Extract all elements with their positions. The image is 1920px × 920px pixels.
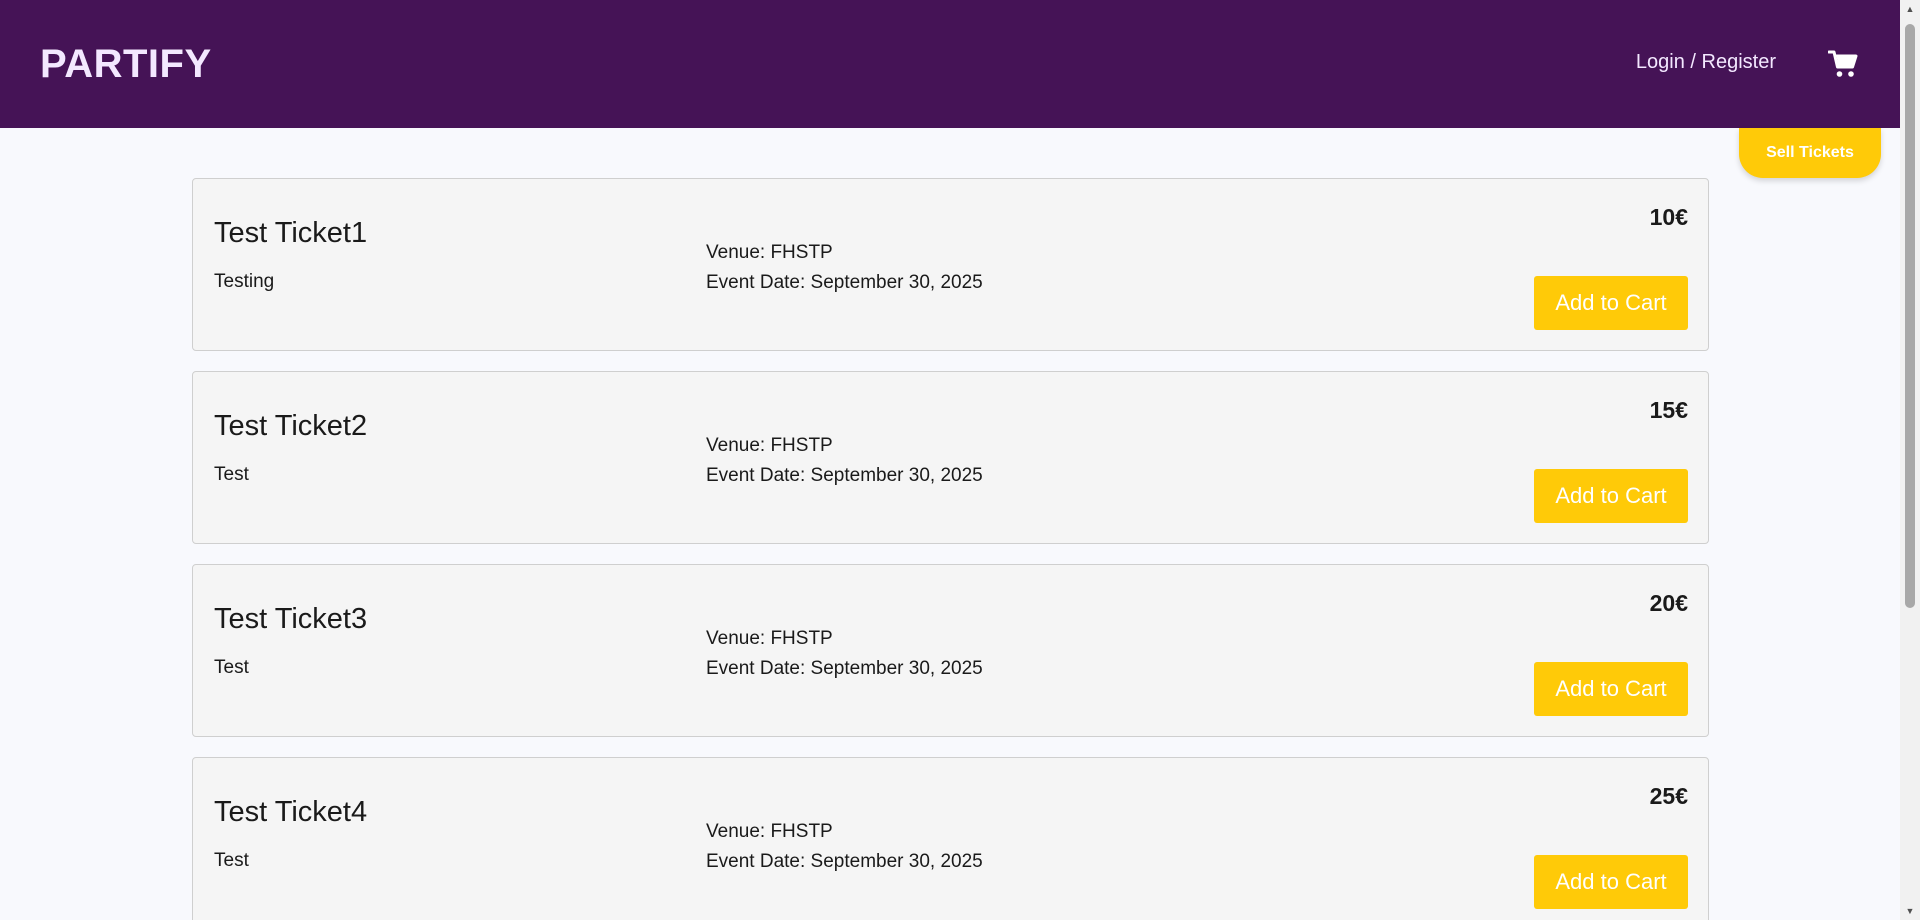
top-navbar: PARTIFY Login / Register: [0, 0, 1900, 128]
ticket-info: Venue: FHSTP Event Date: September 30, 2…: [706, 238, 983, 298]
ticket-venue: Venue: FHSTP: [706, 628, 833, 649]
ticket-title: Test Ticket2: [214, 410, 368, 442]
add-to-cart-button[interactable]: Add to Cart: [1534, 662, 1688, 716]
ticket-venue: Venue: FHSTP: [706, 242, 833, 263]
login-register-link[interactable]: Login / Register: [1636, 51, 1776, 74]
ticket-event-date: Event Date: September 30, 2025: [706, 851, 983, 872]
add-to-cart-button[interactable]: Add to Cart: [1534, 855, 1688, 909]
ticket-list: Test Ticket1 Testing Venue: FHSTP Event …: [192, 178, 1709, 920]
ticket-venue: Venue: FHSTP: [706, 821, 833, 842]
ticket-price: 25€: [1649, 783, 1688, 809]
ticket-card: Test Ticket3 Test Venue: FHSTP Event Dat…: [192, 564, 1709, 737]
add-to-cart-button[interactable]: Add to Cart: [1534, 276, 1688, 330]
ticket-card: Test Ticket1 Testing Venue: FHSTP Event …: [192, 178, 1709, 351]
ticket-info: Venue: FHSTP Event Date: September 30, 2…: [706, 817, 983, 877]
ticket-description: Test: [214, 850, 249, 871]
ticket-event-date: Event Date: September 30, 2025: [706, 465, 983, 486]
brand-logo[interactable]: PARTIFY: [40, 42, 212, 87]
ticket-description: Test: [214, 464, 249, 485]
ticket-event-date: Event Date: September 30, 2025: [706, 658, 983, 679]
page: PARTIFY Login / Register Sell Tickets Te…: [0, 0, 1920, 920]
ticket-info: Venue: FHSTP Event Date: September 30, 2…: [706, 431, 983, 491]
ticket-info: Venue: FHSTP Event Date: September 30, 2…: [706, 624, 983, 684]
scroll-up-arrow-icon[interactable]: ▲: [1900, 0, 1920, 18]
ticket-price: 15€: [1649, 397, 1688, 423]
sell-tickets-button[interactable]: Sell Tickets: [1739, 128, 1881, 178]
ticket-title: Test Ticket1: [214, 217, 368, 249]
shopping-cart-icon: [1828, 50, 1858, 77]
scrollbar-thumb[interactable]: [1905, 24, 1915, 608]
ticket-card: Test Ticket4 Test Venue: FHSTP Event Dat…: [192, 757, 1709, 920]
ticket-event-date: Event Date: September 30, 2025: [706, 272, 983, 293]
vertical-scrollbar[interactable]: ▲ ▼: [1900, 0, 1920, 920]
ticket-title: Test Ticket3: [214, 603, 368, 635]
ticket-price: 20€: [1649, 590, 1688, 616]
cart-button[interactable]: [1826, 47, 1860, 81]
ticket-description: Testing: [214, 271, 275, 292]
ticket-description: Test: [214, 657, 249, 678]
ticket-venue: Venue: FHSTP: [706, 435, 833, 456]
ticket-title: Test Ticket4: [214, 796, 368, 828]
ticket-price: 10€: [1649, 204, 1688, 230]
ticket-card: Test Ticket2 Test Venue: FHSTP Event Dat…: [192, 371, 1709, 544]
add-to-cart-button[interactable]: Add to Cart: [1534, 469, 1688, 523]
scroll-down-arrow-icon[interactable]: ▼: [1900, 902, 1920, 920]
